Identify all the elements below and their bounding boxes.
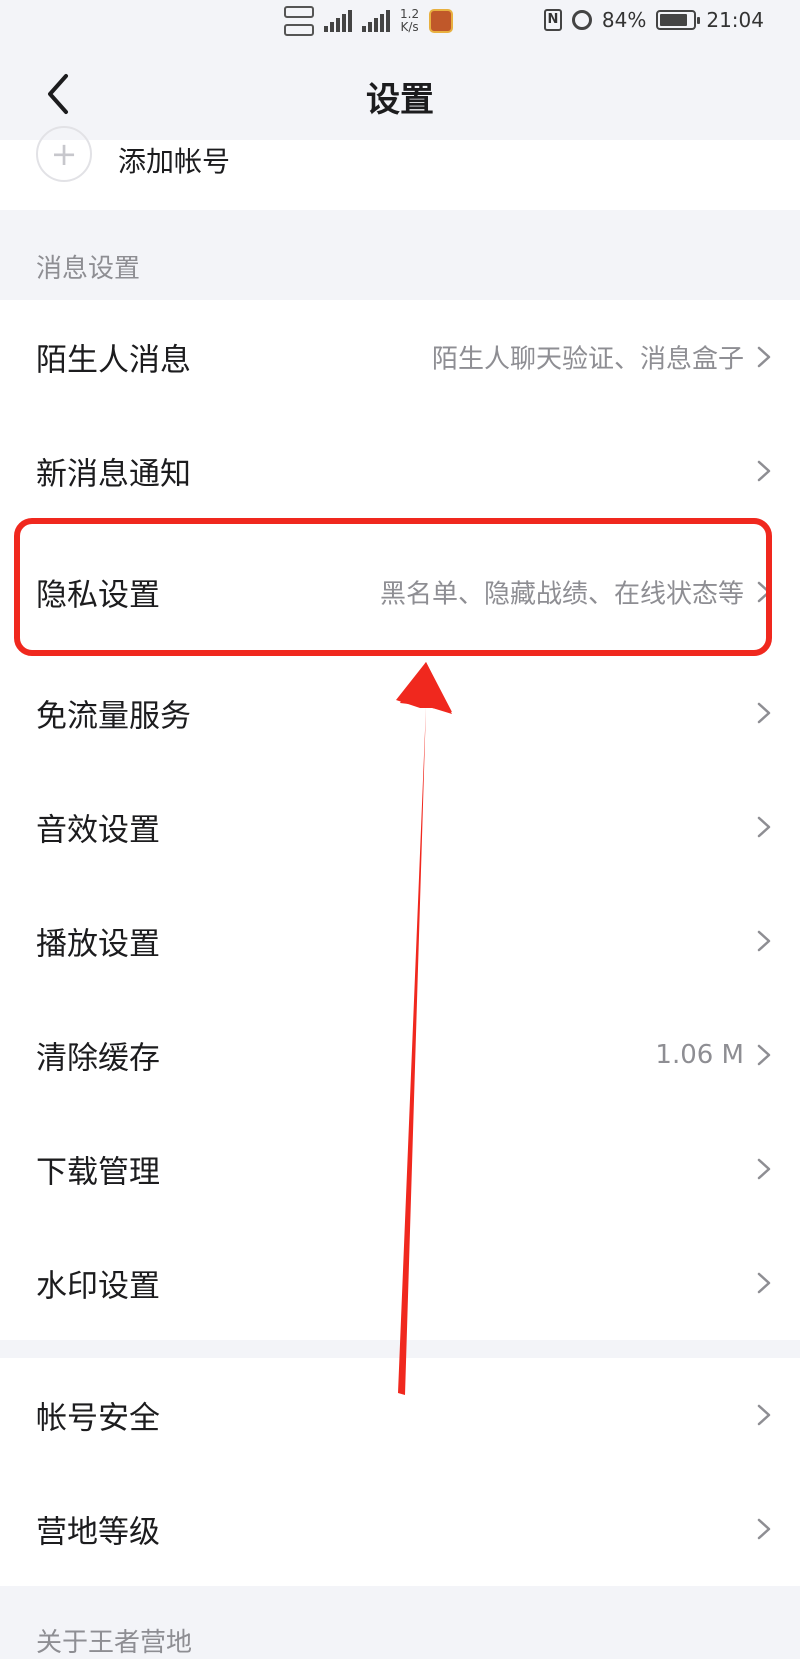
battery-icon — [656, 10, 701, 30]
chevron-right-icon — [757, 702, 771, 724]
settings-row-download-management[interactable]: 下载管理 — [0, 1112, 800, 1226]
chevron-right-icon — [757, 1272, 771, 1294]
row-value: 陌生人聊天验证、消息盒子 — [431, 344, 744, 375]
settings-row-privacy[interactable]: 隐私设置 黑名单、隐藏战绩、在线状态等 — [0, 528, 800, 656]
settings-row-clear-cache[interactable]: 清除缓存 1.06 M — [0, 998, 800, 1112]
status-bar: 1.2 K/s N 84% 21:04 — [0, 0, 800, 48]
settings-row-sound-effects[interactable]: 音效设置 — [0, 770, 800, 884]
chevron-right-icon — [757, 581, 771, 603]
row-label: 新消息通知 — [36, 456, 191, 493]
row-value: 黑名单、隐藏战绩、在线状态等 — [379, 579, 744, 610]
row-label: 陌生人消息 — [36, 342, 191, 379]
status-right: N 84% 21:04 — [543, 8, 764, 32]
settings-row-account-security[interactable]: 帐号安全 — [0, 1358, 800, 1472]
settings-group-account: 帐号安全 营地等级 — [0, 1358, 800, 1586]
row-label: 水印设置 — [36, 1268, 160, 1305]
settings-row-stranger-messages[interactable]: 陌生人消息 陌生人聊天验证、消息盒子 — [0, 300, 800, 414]
clock: 21:04 — [706, 8, 764, 32]
settings-row-playback[interactable]: 播放设置 — [0, 884, 800, 998]
chevron-right-icon — [757, 1044, 771, 1066]
nav-header: 设置 — [0, 48, 800, 140]
nfc-icon: N — [543, 9, 562, 31]
signal-5g-icon — [324, 10, 352, 32]
chevron-right-icon — [757, 346, 771, 368]
row-label: 帐号安全 — [36, 1400, 160, 1437]
row-label: 下载管理 — [36, 1154, 160, 1191]
chevron-right-icon — [757, 1404, 771, 1426]
row-label: 免流量服务 — [36, 698, 191, 735]
settings-row-free-data-service[interactable]: 免流量服务 — [0, 656, 800, 770]
alarm-icon — [571, 10, 592, 30]
battery-fill — [660, 14, 688, 26]
network-speed-unit: K/s — [400, 20, 419, 34]
row-label: 播放设置 — [36, 926, 160, 963]
row-label: 音效设置 — [36, 812, 160, 849]
about-section-title: 关于王者营地 — [36, 1628, 193, 1658]
battery-percent: 84% — [601, 8, 647, 32]
row-label: 清除缓存 — [36, 1040, 160, 1077]
game-app-icon — [429, 9, 454, 33]
message-settings-section-title: 消息设置 — [36, 254, 141, 284]
row-label: 隐私设置 — [36, 577, 160, 614]
add-account-label: 添加帐号 — [118, 145, 231, 178]
chevron-right-icon — [757, 1518, 771, 1540]
status-left: 1.2 K/s — [284, 6, 454, 36]
dual-sim-icon — [284, 6, 314, 36]
row-label: 营地等级 — [36, 1514, 160, 1551]
chevron-right-icon — [757, 816, 771, 838]
add-account-row[interactable]: + 添加帐号 — [0, 126, 800, 210]
chevron-right-icon — [757, 930, 771, 952]
settings-row-camp-level[interactable]: 营地等级 — [0, 1472, 800, 1586]
chevron-right-icon — [757, 1158, 771, 1180]
settings-row-new-message-notification[interactable]: 新消息通知 — [0, 414, 800, 528]
settings-row-watermark[interactable]: 水印设置 — [0, 1226, 800, 1340]
network-speed: 1.2 K/s — [400, 8, 419, 34]
page-title: 设置 — [366, 80, 434, 120]
settings-group-main: 陌生人消息 陌生人聊天验证、消息盒子 新消息通知 隐私设置 黑名单、隐藏战绩、在… — [0, 300, 800, 1340]
plus-icon: + — [36, 126, 92, 182]
signal-4g-icon — [362, 10, 390, 32]
cache-size-value: 1.06 M — [655, 1040, 744, 1070]
chevron-right-icon — [757, 460, 771, 482]
